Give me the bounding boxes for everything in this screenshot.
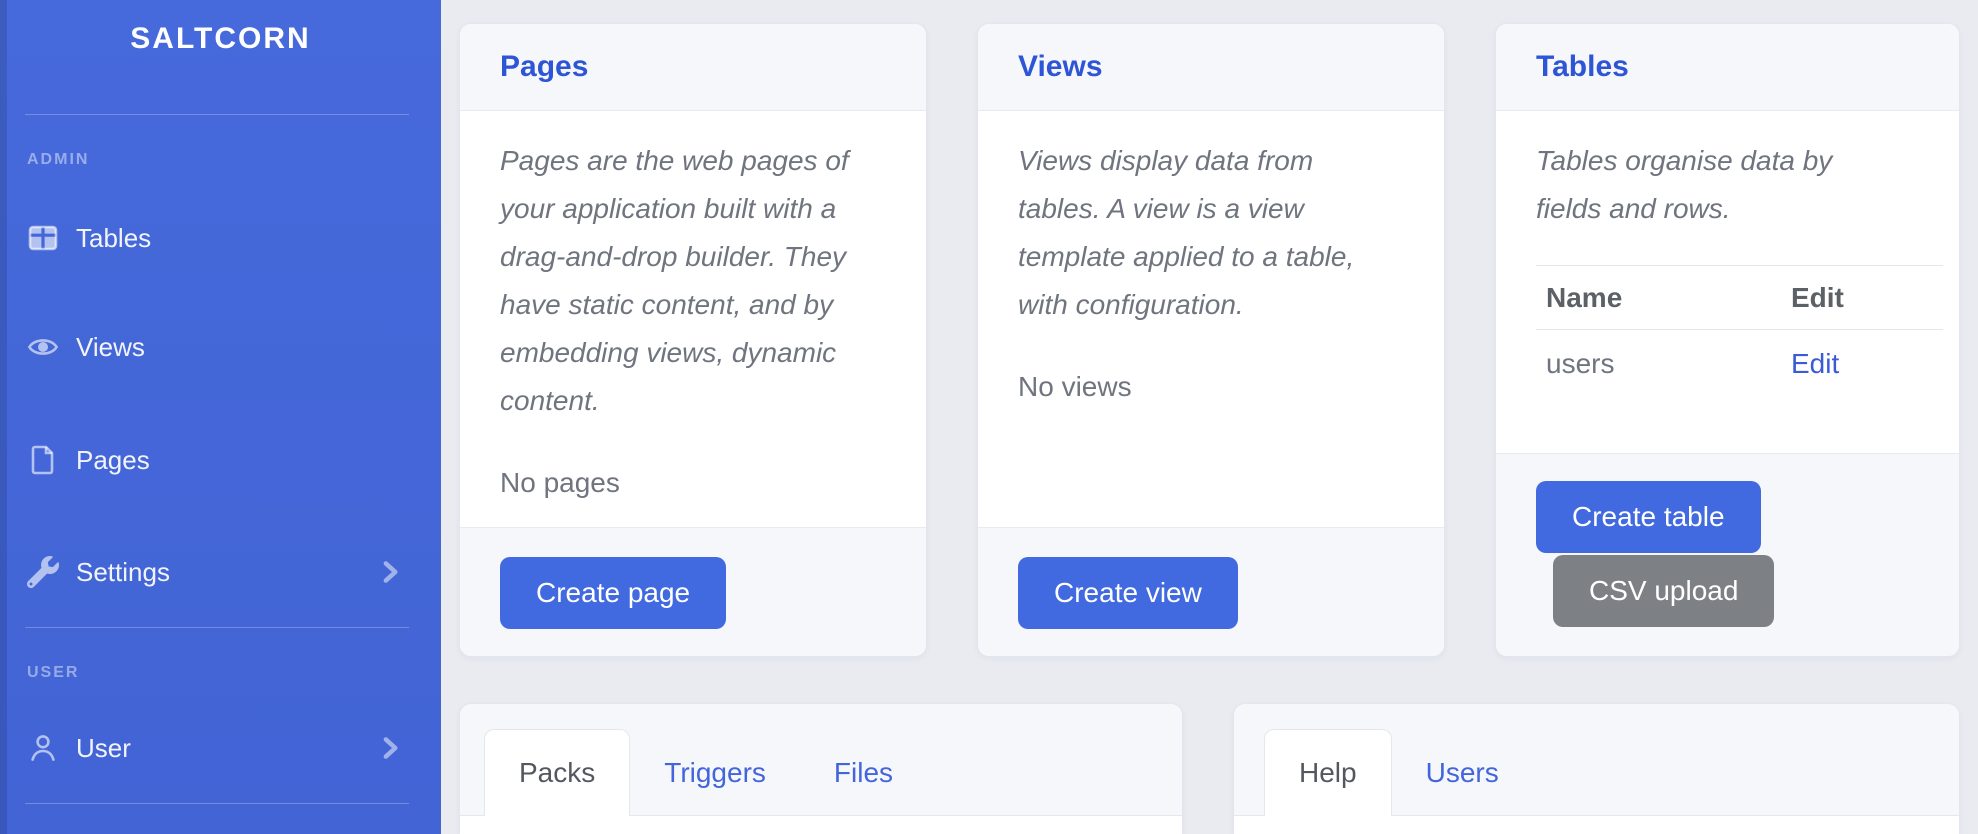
- sidebar-item-tables[interactable]: Tables: [0, 210, 441, 266]
- sidebar: SALTCORN ADMIN Tables Views Pages: [0, 0, 441, 834]
- sidebar-divider: [25, 627, 409, 628]
- help-tab-card: Help Users: [1233, 703, 1960, 834]
- create-view-button[interactable]: Create view: [1018, 557, 1238, 629]
- chevron-right-icon: [381, 736, 401, 760]
- views-card: Views Views display data from tables. A …: [977, 23, 1445, 657]
- sidebar-item-views[interactable]: Views: [0, 319, 441, 375]
- wrench-icon: [27, 556, 59, 588]
- views-description: Views display data from tables. A view i…: [1018, 137, 1404, 329]
- pages-description: Pages are the web pages of your applicat…: [500, 137, 886, 425]
- packs-tab-content: [460, 815, 1182, 834]
- sidebar-item-label: Pages: [76, 445, 150, 476]
- create-page-button[interactable]: Create page: [500, 557, 726, 629]
- pages-card-title: Pages: [500, 50, 588, 84]
- tables-card: Tables Tables organise data by fields an…: [1495, 23, 1960, 657]
- chevron-right-icon: [381, 560, 401, 584]
- help-tab-content: [1234, 815, 1959, 834]
- pages-card-footer: Create page: [460, 527, 926, 656]
- pages-empty-text: No pages: [500, 459, 886, 507]
- sidebar-item-label: User: [76, 733, 131, 764]
- views-card-footer: Create view: [978, 527, 1444, 656]
- tab-packs[interactable]: Packs: [484, 729, 630, 816]
- sidebar-divider: [25, 803, 409, 804]
- tab-help[interactable]: Help: [1264, 729, 1392, 816]
- views-card-header: Views: [978, 24, 1444, 111]
- views-card-title: Views: [1018, 50, 1103, 84]
- file-icon: [27, 444, 59, 476]
- pages-card: Pages Pages are the web pages of your ap…: [459, 23, 927, 657]
- pages-card-header: Pages: [460, 24, 926, 111]
- sidebar-section-user: USER: [27, 664, 79, 682]
- sidebar-item-settings[interactable]: Settings: [0, 544, 441, 600]
- sidebar-item-label: Views: [76, 332, 145, 363]
- csv-upload-button[interactable]: CSV upload: [1553, 555, 1774, 627]
- table-name-cell: users: [1546, 348, 1791, 380]
- tables-list-header: Name Edit: [1536, 266, 1943, 330]
- left-tabstrip: Packs Triggers Files: [484, 729, 1172, 816]
- packs-tab-card: Packs Triggers Files: [459, 703, 1183, 834]
- sidebar-item-pages[interactable]: Pages: [0, 432, 441, 488]
- sidebar-item-label: Tables: [76, 223, 151, 254]
- views-card-body: Views display data from tables. A view i…: [978, 111, 1444, 411]
- tab-files[interactable]: Files: [800, 729, 927, 816]
- tables-card-title: Tables: [1536, 50, 1629, 84]
- right-tabstrip: Help Users: [1264, 729, 1949, 816]
- sidebar-item-user[interactable]: User: [0, 720, 441, 776]
- person-icon: [27, 732, 59, 764]
- tables-card-footer: Create table CSV upload: [1496, 453, 1959, 656]
- pages-card-body: Pages are the web pages of your applicat…: [460, 111, 926, 507]
- table-icon: [27, 222, 59, 254]
- edit-table-link[interactable]: Edit: [1791, 348, 1839, 380]
- sidebar-scrollbar[interactable]: [0, 0, 7, 834]
- sidebar-divider: [25, 114, 409, 115]
- views-empty-text: No views: [1018, 363, 1404, 411]
- tab-users[interactable]: Users: [1392, 729, 1533, 816]
- tables-card-header: Tables: [1496, 24, 1959, 111]
- tab-triggers[interactable]: Triggers: [630, 729, 800, 816]
- column-header-edit: Edit: [1791, 282, 1844, 314]
- tables-description: Tables organise data by fields and rows.: [1536, 137, 1951, 233]
- eye-icon: [27, 331, 59, 363]
- column-header-name: Name: [1546, 282, 1791, 314]
- table-row: users Edit: [1536, 330, 1943, 398]
- tables-list: Name Edit users Edit: [1536, 265, 1943, 398]
- create-table-button[interactable]: Create table: [1536, 481, 1761, 553]
- sidebar-section-admin: ADMIN: [27, 151, 89, 169]
- sidebar-item-label: Settings: [76, 557, 170, 588]
- brand-logo[interactable]: SALTCORN: [0, 22, 441, 56]
- tables-card-body: Tables organise data by fields and rows.…: [1496, 111, 1959, 398]
